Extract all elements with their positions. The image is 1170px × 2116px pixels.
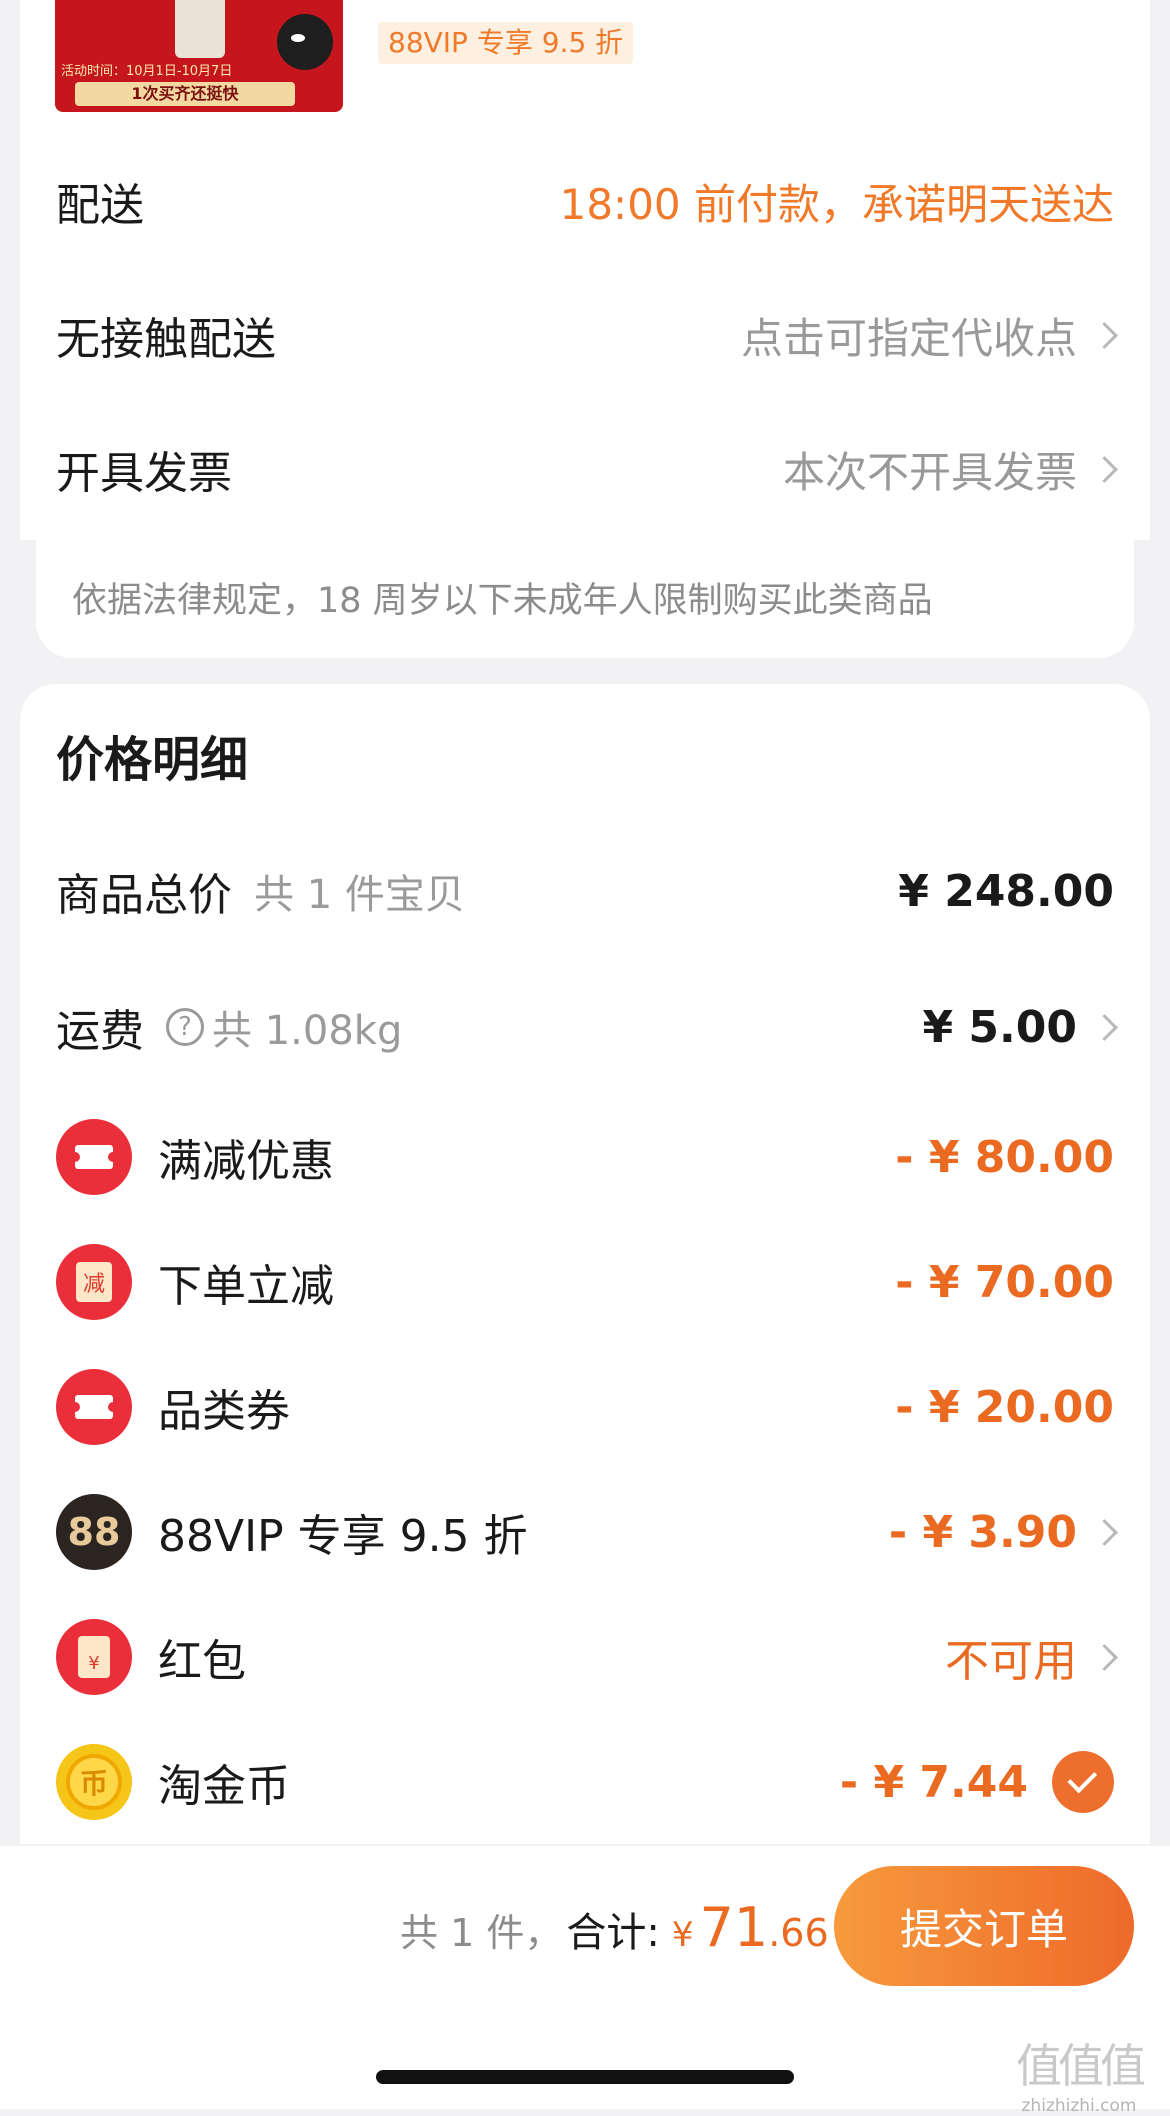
- total-label: 合计:: [566, 1910, 660, 1956]
- red-packet-status: 不可用: [945, 1636, 1077, 1687]
- product-thumbnail[interactable]: 活动时间：10月1日-10月7日 1次买齐还挺快: [55, 0, 343, 112]
- taojinbi-amount-wrap: - ¥ 7.44: [840, 1751, 1114, 1813]
- watermark-site: zhizhizhi.com: [1021, 2096, 1137, 2116]
- contactless-delivery-text: 点击可指定代收点: [740, 313, 1077, 363]
- item-count: 共 1 件，: [400, 1911, 563, 1955]
- total-decimal: .66: [768, 1911, 829, 1955]
- ticket-icon: [56, 1119, 132, 1195]
- watermark: 值值值 zhizhizhi.com: [1016, 2030, 1146, 2116]
- contactless-delivery-row[interactable]: 无接触配送 点击可指定代收点: [56, 300, 1118, 370]
- category-coupon-label: 品类券: [158, 1386, 290, 1437]
- red-packet-icon: ¥: [56, 1619, 132, 1695]
- ticket-shape: [70, 1145, 118, 1169]
- discount-row-red-packet[interactable]: ¥ 红包 不可用: [56, 1614, 1118, 1700]
- ticket-shape: [70, 1395, 118, 1419]
- chevron-right-icon: [1091, 455, 1118, 483]
- goods-total-label: 商品总价: [56, 870, 232, 921]
- invoice-label: 开具发票: [56, 448, 232, 499]
- shipping-label: 运费: [56, 1006, 144, 1057]
- price-detail-title: 价格明细: [56, 732, 249, 788]
- gold-coin-glyph: 币: [66, 1754, 122, 1810]
- category-coupon-amount: - ¥ 20.00: [895, 1381, 1114, 1433]
- red-packet-glyph: ¥: [78, 1636, 110, 1678]
- product-bottle-image: [175, 0, 225, 58]
- instant-reduction-glyph: 减: [76, 1262, 112, 1302]
- chevron-right-icon: [1091, 1643, 1118, 1671]
- watermark-logo: 值值值: [1016, 2039, 1146, 2093]
- shipping-row[interactable]: 运费 ? 共 1.08kg ¥ 5.00: [56, 984, 1118, 1070]
- vip88-amount-wrap: - ¥ 3.90: [888, 1506, 1118, 1558]
- instant-reduction-label: 下单立减: [158, 1261, 334, 1312]
- full-reduction-amount: - ¥ 80.00: [895, 1131, 1114, 1183]
- instant-reduction-amount: - ¥ 70.00: [895, 1256, 1114, 1308]
- contactless-delivery-value: 点击可指定代收点: [740, 305, 1118, 366]
- thumb-activity-text: 活动时间：10月1日-10月7日: [61, 64, 233, 79]
- red-packet-label: 红包: [158, 1636, 246, 1687]
- invoice-row[interactable]: 开具发票 本次不开具发票: [56, 434, 1118, 504]
- currency-symbol: ¥: [671, 1915, 694, 1955]
- ticket-icon: [56, 1369, 132, 1445]
- help-icon[interactable]: ?: [166, 1008, 204, 1046]
- chevron-right-icon: [1091, 321, 1118, 349]
- submit-order-button[interactable]: 提交订单: [834, 1866, 1134, 1986]
- checkmark-stroke: [1067, 1763, 1098, 1794]
- shipping-amount: ¥ 5.00: [922, 1001, 1078, 1053]
- delivery-row: 配送 18:00 前付款，承诺明天送达: [56, 166, 1114, 236]
- age-restriction-notice: 依据法律规定，18 周岁以下未成年人限制购买此类商品: [72, 581, 933, 621]
- contactless-delivery-label: 无接触配送: [56, 314, 276, 365]
- discount-row-category-coupon[interactable]: 品类券 - ¥ 20.00: [56, 1364, 1114, 1450]
- chevron-right-icon: [1091, 1518, 1118, 1546]
- order-total: 共 1 件， 合计: ¥ 71 .66: [400, 1896, 829, 1966]
- taojinbi-amount: - ¥ 7.44: [839, 1756, 1028, 1808]
- taojinbi-label: 淘金币: [158, 1761, 290, 1812]
- invoice-value: 本次不开具发票: [782, 439, 1118, 500]
- gold-coin-icon: 币: [56, 1744, 132, 1820]
- thumb-promo-text: 1次买齐还挺快: [75, 82, 295, 106]
- delivery-promise: 18:00 前付款，承诺明天送达: [559, 179, 1114, 229]
- goods-total-row: 商品总价 共 1 件宝贝 ¥ 248.00: [56, 848, 1114, 934]
- tmall-cat-icon: [277, 14, 333, 70]
- delivery-label: 配送: [56, 180, 144, 231]
- discount-row-taojinbi[interactable]: 币 淘金币 - ¥ 7.44: [56, 1739, 1114, 1825]
- home-indicator: [376, 2070, 794, 2084]
- chevron-right-icon: [1091, 1013, 1118, 1041]
- vip88-label: 88VIP 专享 9.5 折: [158, 1511, 528, 1562]
- vip88-icon: 88: [56, 1494, 132, 1570]
- discount-row-88vip[interactable]: 88 88VIP 专享 9.5 折 - ¥ 3.90: [56, 1489, 1118, 1575]
- checkmark-icon[interactable]: [1052, 1751, 1114, 1813]
- tmall-cat-eye: [291, 34, 305, 42]
- discount-row-full-reduction[interactable]: 满减优惠 - ¥ 80.00: [56, 1114, 1114, 1200]
- discount-row-instant[interactable]: 减 下单立减 - ¥ 70.00: [56, 1239, 1114, 1325]
- vip-discount-tag: 88VIP 专享 9.5 折: [378, 22, 634, 64]
- goods-count: 共 1 件宝贝: [254, 872, 465, 918]
- full-reduction-label: 满减优惠: [158, 1136, 334, 1187]
- shipping-weight: 共 1.08kg: [212, 1008, 403, 1054]
- shipping-amount-wrap: ¥ 5.00: [922, 1001, 1118, 1053]
- invoice-text: 本次不开具发票: [782, 447, 1077, 497]
- instant-reduction-icon: 减: [56, 1244, 132, 1320]
- red-packet-status-wrap: 不可用: [945, 1625, 1118, 1689]
- vip88-amount: - ¥ 3.90: [888, 1506, 1077, 1558]
- total-integer: 71: [699, 1896, 769, 1959]
- goods-total-amount: ¥ 248.00: [898, 865, 1114, 917]
